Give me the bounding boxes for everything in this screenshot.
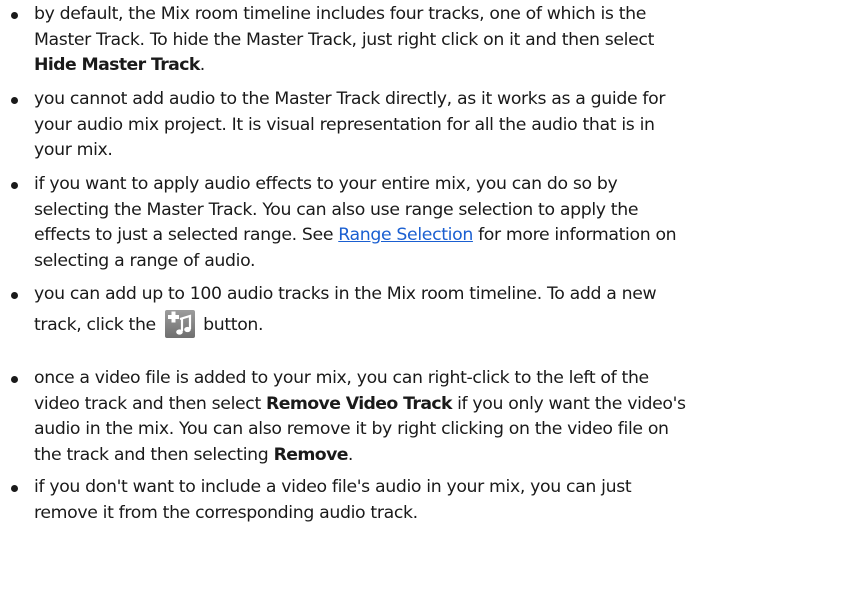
text-line: if you want to apply audio effects to yo… — [34, 172, 618, 196]
text-line: your audio mix project. It is visual rep… — [34, 113, 655, 137]
bullet-dot — [11, 182, 18, 189]
text-line: selecting a range of audio. — [34, 249, 256, 273]
bullet-dot — [11, 485, 18, 492]
text-line: if you don't want to include a video fil… — [34, 475, 632, 499]
bullet-dot — [11, 97, 18, 104]
text-span: if you only want the video's — [451, 393, 686, 414]
text-line: Hide Master Track. — [34, 53, 205, 77]
text-span: once a video file is added to your mix, … — [34, 368, 649, 388]
text-span: your audio mix project. It is visual rep… — [34, 114, 655, 135]
text-line: video track and then select Remove Video… — [34, 392, 686, 416]
text-span: effects to just a selected range. See — [34, 225, 339, 245]
text-line: remove it from the corresponding audio t… — [34, 501, 418, 525]
text-line: audio in the mix. You can also remove it… — [34, 417, 669, 441]
text-line: by default, the Mix room timeline includ… — [34, 2, 646, 26]
text-span: track, click the — [34, 314, 161, 335]
text-span: . — [199, 55, 206, 75]
bold-term: Remove Video Track — [266, 393, 453, 414]
text-line: you cannot add audio to the Master Track… — [34, 87, 665, 111]
bold-term: Hide Master Track — [34, 55, 200, 75]
text-span: selecting the Master Track. You can also… — [34, 199, 639, 220]
text-span: your mix. — [34, 140, 113, 160]
text-span: Master Track. To hide the Master Track, … — [34, 29, 654, 50]
text-span: . — [347, 444, 354, 465]
bullet-dot — [11, 12, 18, 19]
text-span: for more information on — [472, 225, 677, 245]
range-selection-link[interactable]: Range Selection — [338, 225, 473, 245]
text-line: Master Track. To hide the Master Track, … — [34, 28, 654, 52]
text-span: audio in the mix. You can also remove it… — [34, 419, 669, 439]
text-line: your mix. — [34, 138, 113, 162]
text-span: if you don't want to include a video fil… — [34, 477, 632, 497]
text-span: by default, the Mix room timeline includ… — [34, 4, 647, 24]
bold-term: Remove — [273, 444, 349, 465]
text-span: button. — [197, 314, 264, 335]
text-span: selecting a range of audio. — [34, 250, 256, 271]
bullet-dot — [11, 292, 18, 299]
text-span: video track and then select — [34, 393, 267, 414]
text-span: the track and then selecting — [34, 444, 274, 465]
text-line: selecting the Master Track. You can also… — [34, 198, 638, 222]
text-line: you can add up to 100 audio tracks in th… — [34, 282, 657, 306]
text-span: remove it from the corresponding audio t… — [34, 502, 418, 523]
bullet-dot — [11, 376, 18, 383]
text-line: the track and then selecting Remove. — [34, 443, 353, 467]
add-audio-track-icon[interactable] — [164, 309, 195, 338]
text-line: effects to just a selected range. See Ra… — [34, 223, 677, 247]
text-span: you can add up to 100 audio tracks in th… — [34, 284, 657, 304]
text-line: track, click the button. — [34, 308, 264, 342]
text-span: if you want to apply audio effects to yo… — [34, 174, 618, 194]
text-span: you cannot add audio to the Master Track… — [34, 89, 666, 109]
text-line: once a video file is added to your mix, … — [34, 366, 649, 390]
